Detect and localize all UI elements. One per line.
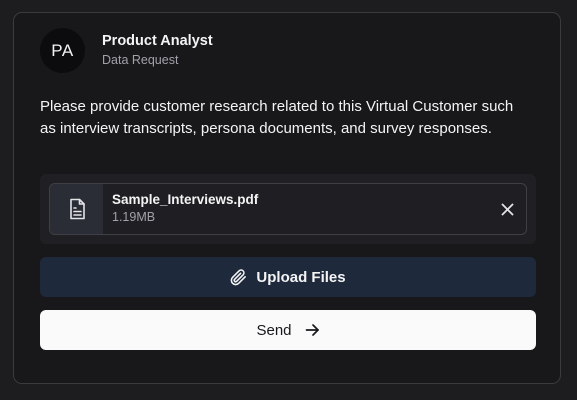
document-icon — [67, 198, 87, 220]
send-label: Send — [256, 321, 292, 339]
data-request-card: PA Product Analyst Data Request Please p… — [13, 12, 561, 384]
sender-info: Product Analyst Data Request — [102, 32, 213, 69]
remove-file-button[interactable] — [498, 200, 516, 218]
attachment-list: Sample_Interviews.pdf 1.19MB — [40, 174, 536, 244]
paperclip-icon — [230, 268, 247, 286]
request-message: Please provide customer research related… — [40, 98, 514, 137]
file-thumbnail — [50, 184, 103, 234]
file-name: Sample_Interviews.pdf — [112, 192, 259, 207]
arrow-right-icon — [305, 323, 320, 337]
attachment-item: Sample_Interviews.pdf 1.19MB — [49, 183, 527, 235]
avatar-initials: PA — [51, 40, 74, 60]
close-icon — [501, 203, 514, 216]
upload-files-button[interactable]: Upload Files — [40, 257, 536, 297]
request-header: PA Product Analyst Data Request — [40, 28, 213, 73]
sender-role: Data Request — [102, 53, 179, 67]
upload-files-label: Upload Files — [256, 268, 346, 286]
avatar: PA — [40, 28, 85, 73]
file-size: 1.19MB — [112, 210, 156, 224]
sender-name: Product Analyst — [102, 33, 213, 49]
send-button[interactable]: Send — [40, 310, 536, 350]
